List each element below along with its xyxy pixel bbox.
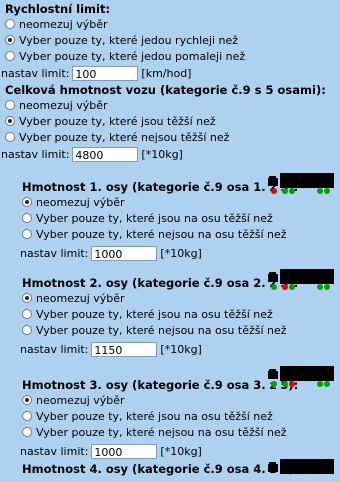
- axle-2-option-no-limit[interactable]: neomezuj výběr: [22, 290, 340, 306]
- truck-axle-2-icon: [268, 269, 334, 290]
- axle-2-limit-input[interactable]: 1150: [91, 341, 158, 357]
- axle-1-option-heavier[interactable]: Vyber pouze ty, které jsou na osu těžší …: [22, 210, 340, 226]
- truck-axle-4-icon: [268, 459, 334, 474]
- speed-limit-input[interactable]: 100: [72, 65, 139, 81]
- speed-option-no-limit[interactable]: neomezuj výběr: [5, 16, 340, 32]
- speed-option-faster[interactable]: Vyber pouze ty, které jedou rychleji než: [5, 32, 340, 48]
- axle-1-limit-input[interactable]: 1000: [91, 245, 158, 261]
- axle-3-limit-input[interactable]: 1000: [91, 443, 158, 459]
- radio-button[interactable]: [5, 100, 15, 110]
- radio-button[interactable]: [22, 309, 32, 319]
- radio-button[interactable]: [22, 293, 32, 303]
- total-option-not-heavier[interactable]: Vyber pouze ty, které nejsou těžší než: [5, 129, 340, 145]
- radio-button[interactable]: [5, 116, 15, 126]
- axle-1-option-no-limit[interactable]: neomezuj výběr: [22, 194, 340, 210]
- axle-2-option-not-heavier[interactable]: Vyber pouze ty, které nejsou na osu těžš…: [22, 322, 340, 338]
- radio-button[interactable]: [22, 411, 32, 421]
- truck-axle-3-icon: [268, 366, 334, 387]
- speed-limit-section: Rychlostní limit: neomezuj výběr Vyber p…: [1, 2, 340, 82]
- total-limit-input[interactable]: 4800: [72, 146, 139, 162]
- total-weight-title: Celková hmotnost vozu (kategorie č.9 s 5…: [5, 83, 326, 97]
- radio-button[interactable]: [22, 427, 32, 437]
- axle-2-limit-row: nastav limit: 1150 [*10kg]: [20, 341, 202, 357]
- radio-button[interactable]: [22, 325, 32, 335]
- speed-limit-row: nastav limit: 100 [km/hod]: [1, 65, 192, 81]
- speed-option-slower[interactable]: Vyber pouze ty, které jedou pomaleji než: [5, 48, 340, 64]
- total-option-heavier[interactable]: Vyber pouze ty, které jsou těžší než: [5, 113, 340, 129]
- radio-button[interactable]: [22, 197, 32, 207]
- axle-2-option-heavier[interactable]: Vyber pouze ty, které jsou na osu těžší …: [22, 306, 340, 322]
- total-option-no-limit[interactable]: neomezuj výběr: [5, 97, 340, 113]
- axle-1-option-not-heavier[interactable]: Vyber pouze ty, které nejsou na osu těžš…: [22, 226, 340, 242]
- radio-button[interactable]: [5, 19, 15, 29]
- radio-button[interactable]: [5, 132, 15, 142]
- radio-button[interactable]: [22, 213, 32, 223]
- total-limit-row: nastav limit: 4800 [*10kg]: [1, 146, 183, 162]
- total-weight-section: Celková hmotnost vozu (kategorie č.9 s 5…: [1, 83, 340, 163]
- axle-3-option-no-limit[interactable]: neomezuj výběr: [22, 392, 340, 408]
- axle-3-section: Hmotnost 3. osy (kategorie č.9 osa 3. z …: [20, 378, 340, 460]
- axle-3-option-heavier[interactable]: Vyber pouze ty, které jsou na osu těžší …: [22, 408, 340, 424]
- truck-axle-1-icon: [268, 173, 334, 194]
- radio-button[interactable]: [22, 229, 32, 239]
- radio-button[interactable]: [5, 35, 15, 45]
- radio-button[interactable]: [22, 395, 32, 405]
- radio-button[interactable]: [5, 51, 15, 61]
- speed-limit-title: Rychlostní limit:: [5, 2, 111, 16]
- axle-1-limit-row: nastav limit: 1000 [*10kg]: [20, 245, 202, 261]
- axle-3-option-not-heavier[interactable]: Vyber pouze ty, které nejsou na osu těžš…: [22, 424, 340, 440]
